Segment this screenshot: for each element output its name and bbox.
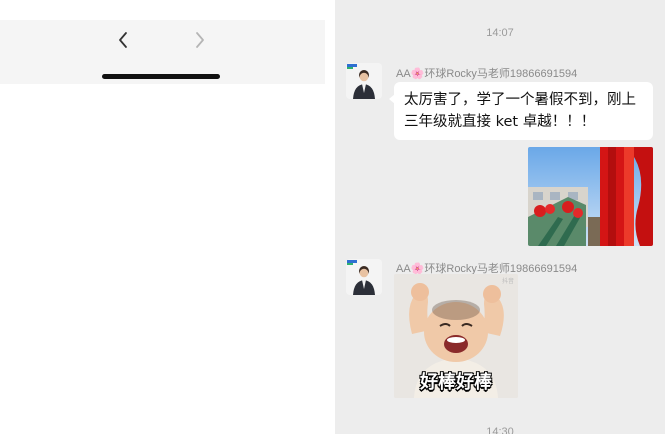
browser-pane xyxy=(0,0,335,434)
sticker-message[interactable]: 抖音 好棒好棒 xyxy=(394,274,518,398)
sticker-watermark: 抖音 xyxy=(501,278,514,285)
sent-photo[interactable] xyxy=(528,147,653,246)
photo-red-banners-icon xyxy=(528,147,653,246)
home-indicator[interactable] xyxy=(102,74,220,79)
timestamp-divider: 14:07 xyxy=(486,27,514,39)
teacher-avatar-icon xyxy=(346,259,382,295)
message-bubble[interactable]: 太厉害了，学了一个暑假不到，刚上三年级就直接 ket 卓越！！！ xyxy=(389,82,653,140)
sender-name: AA🌸环球Rocky马老师19866691594 xyxy=(396,68,578,80)
teacher-avatar-icon xyxy=(346,63,382,99)
timestamp-divider: 14:30 xyxy=(486,426,514,434)
message-text: 太厉害了，学了一个暑假不到，刚上三年级就直接 ket 卓越！！！ xyxy=(404,92,636,130)
avatar[interactable] xyxy=(346,63,382,99)
chat-panel: 14:07 AA🌸环球Rocky马老师19866691594 太厉害了，学了一个… xyxy=(335,0,665,434)
back-button[interactable] xyxy=(112,28,134,52)
forward-button[interactable] xyxy=(189,28,211,52)
chevron-right-icon xyxy=(196,32,204,48)
chevron-left-icon xyxy=(119,32,127,48)
navigation-toolbar xyxy=(0,20,325,84)
avatar[interactable] xyxy=(346,259,382,295)
sticker-caption: 好棒好棒 xyxy=(420,372,492,393)
